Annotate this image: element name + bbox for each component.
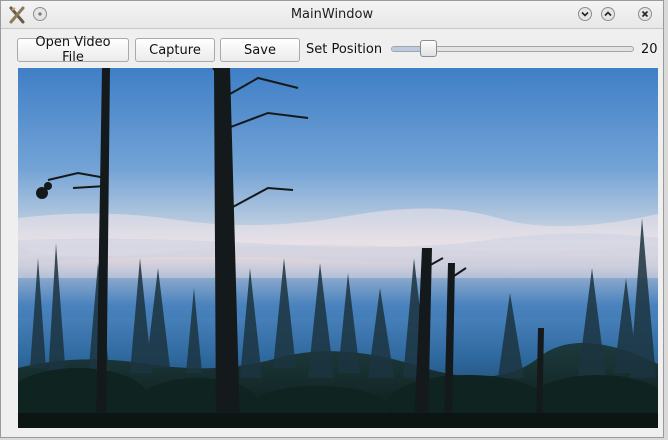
open-video-file-button[interactable]: Open Video File (17, 35, 129, 65)
chevron-down-icon[interactable] (578, 7, 592, 21)
video-frame-image (18, 68, 658, 428)
title-bar[interactable]: MainWindow (1, 1, 663, 29)
window-title: MainWindow (290, 7, 374, 22)
set-position-label: Set Position (306, 42, 383, 57)
chevron-up-icon[interactable] (601, 7, 615, 21)
close-icon[interactable] (638, 7, 652, 21)
position-slider-handle[interactable] (420, 40, 438, 57)
position-value: 20 (641, 42, 658, 57)
video-frame (18, 68, 658, 428)
capture-button[interactable]: Capture (135, 38, 215, 62)
main-window: MainWindow Open Video File Capture Save … (0, 0, 664, 438)
save-button[interactable]: Save (220, 38, 300, 62)
